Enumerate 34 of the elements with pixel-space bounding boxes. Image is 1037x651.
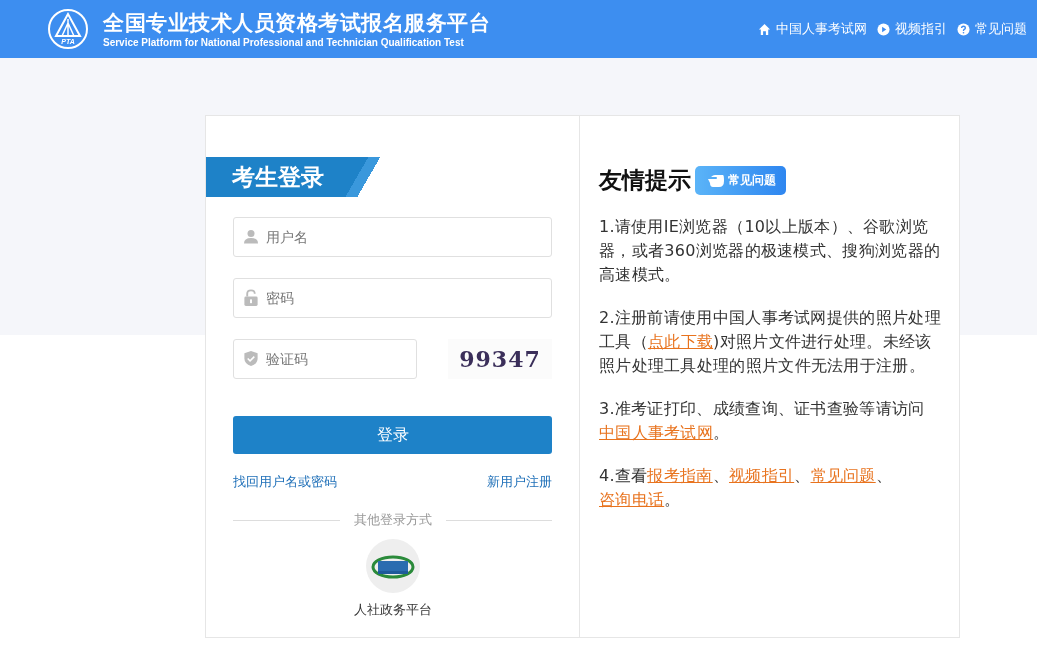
site-title: 全国专业技术人员资格考试报名服务平台: [103, 9, 490, 36]
site-subtitle: Service Platform for National Professional and Technician Qualification Test: [103, 35, 465, 49]
home-icon: [758, 22, 771, 36]
tip-link[interactable]: 视频指引: [729, 466, 795, 485]
tip-paragraph: 2.注册前请使用中国人事考试网提供的照片处理工具（点此下载)对照片文件进行处理。未经该照片处理工具处理的照片文件无法用于注册。: [599, 307, 941, 377]
padlock-icon: [243, 289, 259, 306]
nav-link[interactable]: 视频指引: [877, 20, 947, 38]
tip-paragraph: 3.准考证打印、成绩查询、证书查验等请访问 中国人事考试网。: [599, 398, 926, 444]
tip-link[interactable]: 咨询电话: [599, 490, 665, 509]
nav-link[interactable]: 中国人事考试网: [758, 20, 867, 38]
tip-link[interactable]: 点此下载: [647, 332, 714, 351]
user-icon: [243, 228, 259, 245]
register-link[interactable]: 新用户注册: [487, 473, 552, 491]
login-heading: 考生登录: [206, 157, 381, 197]
faq-badge[interactable]: 常见问题: [695, 166, 786, 195]
login-button[interactable]: 登录: [233, 416, 552, 454]
tip-paragraph: 1.请使用IE浏览器（10以上版本）、谷歌浏览器，或者360浏览器的极速模式、搜狗浏览器的高速模式。: [599, 216, 941, 286]
tip-link[interactable]: 报考指南: [647, 466, 713, 485]
portal-link[interactable]: 人社政务平台: [353, 601, 432, 619]
nav-link[interactable]: 常见问题: [957, 20, 1027, 38]
help-icon: [957, 22, 970, 36]
password-field[interactable]: 密码: [233, 278, 552, 318]
captcha-field[interactable]: 验证码: [233, 339, 417, 379]
captcha-image[interactable]: 99347: [448, 339, 552, 379]
forgot-link[interactable]: 找回用户名或密码: [233, 473, 337, 491]
tips-title: 友情提示: [599, 166, 691, 195]
shield-icon: [243, 350, 259, 367]
tip-link[interactable]: 中国人事考试网: [599, 423, 714, 442]
portal-logo-icon[interactable]: [365, 539, 420, 593]
tip-paragraph: 4.查看报考指南、视频指引、常见问题、 咨询电话。: [599, 465, 893, 511]
tip-link[interactable]: 常见问题: [810, 466, 876, 485]
other-login-label: 其他登录方式: [353, 511, 432, 529]
play-icon: [877, 22, 890, 36]
username-field[interactable]: 用户名: [233, 217, 552, 257]
